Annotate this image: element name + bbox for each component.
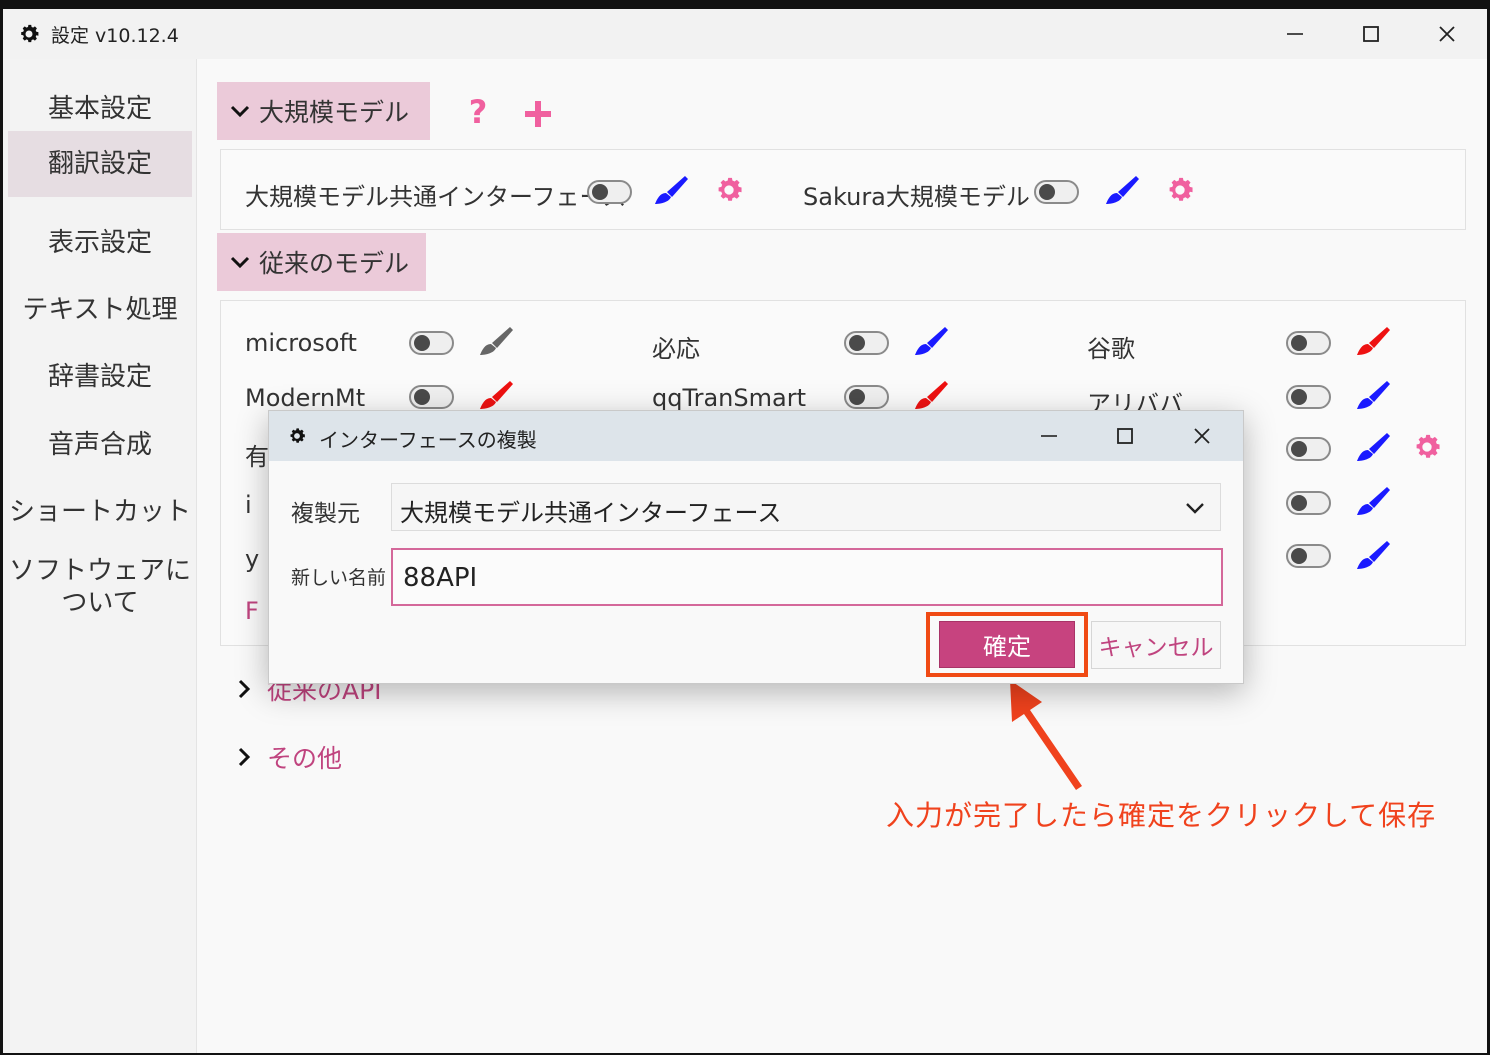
brush-icon[interactable] xyxy=(1353,321,1393,361)
chevron-down-icon xyxy=(1186,503,1204,514)
confirm-button[interactable]: 確定 xyxy=(939,621,1075,668)
sidebar-item-label: 基本設定 xyxy=(47,94,152,124)
group-header-legacy[interactable]: 従来のモデル xyxy=(217,233,426,291)
maximize-icon xyxy=(1117,428,1133,444)
title-bar: 設定 v10.12.4 xyxy=(3,9,1487,59)
partial-label: F xyxy=(245,597,259,625)
annotation-text: 入力が完了したら確定をクリックして保存 xyxy=(886,799,1437,832)
add-icon[interactable] xyxy=(523,99,553,129)
chevron-down-icon xyxy=(230,256,250,269)
sidebar: 基本設定 翻訳設定 表示設定 テキスト処理 辞書設定 音声合成 ショートカット … xyxy=(3,59,197,1053)
legacy-toggle[interactable] xyxy=(1286,491,1331,515)
modernmt-toggle[interactable] xyxy=(409,385,454,409)
maximize-button[interactable] xyxy=(1333,9,1409,59)
partial-label: i xyxy=(245,491,252,519)
partial-label: y xyxy=(245,545,260,573)
alibaba-toggle[interactable] xyxy=(1286,385,1331,409)
brush-icon[interactable] xyxy=(476,321,516,361)
sidebar-item-label: 翻訳設定 xyxy=(47,149,152,179)
source-label: 複製元 xyxy=(291,501,360,527)
sakura-toggle[interactable] xyxy=(1034,180,1079,204)
cancel-button[interactable]: キャンセル xyxy=(1091,621,1221,669)
brush-icon[interactable] xyxy=(1102,170,1142,210)
brush-icon[interactable] xyxy=(476,375,516,415)
minimize-icon xyxy=(1287,33,1303,35)
sidebar-item-label: ソフトウェアに xyxy=(8,556,191,586)
duplicate-interface-dialog: インターフェースの複製 複製元 大規模モデル共通インターフェース 新しい名前 8… xyxy=(268,410,1244,684)
group-header-llm[interactable]: 大規模モデル xyxy=(217,82,430,140)
source-select-value: 大規模モデル共通インターフェース xyxy=(400,499,782,527)
sidebar-item-about[interactable]: ソフトウェアに ついて xyxy=(8,555,192,627)
sidebar-item-label: ついて xyxy=(61,588,139,618)
legacy-item-label: qqTranSmart xyxy=(652,384,806,412)
close-icon xyxy=(1194,428,1210,444)
llm-item-label: 大規模モデル共通インターフェース xyxy=(245,183,627,211)
sidebar-item-shortcuts[interactable]: ショートカット xyxy=(8,486,192,538)
legacy-item-label: ModernMt xyxy=(245,384,366,412)
close-button[interactable] xyxy=(1409,9,1485,59)
sidebar-item-text-processing[interactable]: テキスト処理 xyxy=(8,284,192,336)
help-icon[interactable]: ? xyxy=(463,93,493,129)
brush-icon[interactable] xyxy=(1353,375,1393,415)
window-title: 設定 v10.12.4 xyxy=(51,25,179,47)
annotation-arrow-icon xyxy=(1010,680,1082,790)
minimize-icon xyxy=(1041,435,1057,437)
legacy-item-label: 必応 xyxy=(652,335,700,363)
dialog-maximize-button[interactable] xyxy=(1087,411,1163,461)
new-name-input[interactable]: 88API xyxy=(391,548,1223,606)
microsoft-toggle[interactable] xyxy=(409,331,454,355)
legacy-item-label: microsoft xyxy=(245,329,357,357)
sidebar-item-label: 辞書設定 xyxy=(47,362,152,392)
sidebar-item-dictionary[interactable]: 辞書設定 xyxy=(8,351,192,403)
llm-item-label: Sakura大規模モデル xyxy=(803,183,1030,211)
brush-icon[interactable] xyxy=(1353,535,1393,575)
group-title: 従来のモデル xyxy=(259,249,410,278)
group-title: その他 xyxy=(267,744,343,773)
dialog-close-button[interactable] xyxy=(1164,411,1240,461)
brush-icon[interactable] xyxy=(911,375,951,415)
close-icon xyxy=(1439,26,1455,42)
brush-icon[interactable] xyxy=(651,170,691,210)
chevron-down-icon xyxy=(230,105,250,118)
sidebar-item-label: テキスト処理 xyxy=(22,295,178,325)
source-select[interactable]: 大規模モデル共通インターフェース xyxy=(391,483,1221,531)
gear-icon[interactable] xyxy=(1164,174,1196,206)
dialog-title-bar: インターフェースの複製 xyxy=(269,411,1243,461)
sidebar-item-label: ショートカット xyxy=(8,497,191,527)
brush-icon[interactable] xyxy=(1353,481,1393,521)
sidebar-item-translation[interactable]: 翻訳設定 xyxy=(8,131,192,197)
llm-common-toggle[interactable] xyxy=(587,180,632,204)
chevron-right-icon xyxy=(238,679,251,699)
sidebar-item-tts[interactable]: 音声合成 xyxy=(8,419,192,471)
partial-label: 有 xyxy=(245,443,269,471)
legacy-toggle[interactable] xyxy=(1286,437,1331,461)
sidebar-item-label: 表示設定 xyxy=(47,228,152,258)
brush-icon[interactable] xyxy=(1353,427,1393,467)
bing-toggle[interactable] xyxy=(844,331,889,355)
gear-icon xyxy=(21,24,39,43)
group-header-other[interactable]: その他 xyxy=(233,739,342,775)
group-title: 大規模モデル xyxy=(259,98,410,127)
dialog-title: インターフェースの複製 xyxy=(319,428,537,452)
llm-group-box: 大規模モデル共通インターフェース Sakura大規模モデル xyxy=(220,149,1466,230)
gear-icon[interactable] xyxy=(713,174,745,206)
chevron-right-icon xyxy=(238,747,251,767)
brush-icon[interactable] xyxy=(911,321,951,361)
qqtransmart-toggle[interactable] xyxy=(844,385,889,409)
minimize-button[interactable] xyxy=(1257,9,1333,59)
svg-text:?: ? xyxy=(469,93,488,129)
confirm-highlight-box: 確定 xyxy=(926,612,1088,677)
sidebar-item-label: 音声合成 xyxy=(47,430,152,460)
new-name-label: 新しい名前 xyxy=(291,567,387,589)
sidebar-item-basic[interactable]: 基本設定 xyxy=(8,83,192,135)
dialog-minimize-button[interactable] xyxy=(1011,411,1087,461)
sidebar-item-display[interactable]: 表示設定 xyxy=(8,217,192,269)
legacy-item-label: 谷歌 xyxy=(1087,335,1135,363)
google-toggle[interactable] xyxy=(1286,331,1331,355)
gear-icon xyxy=(290,428,305,443)
maximize-icon xyxy=(1363,26,1379,42)
gear-icon[interactable] xyxy=(1411,431,1443,463)
legacy-toggle[interactable] xyxy=(1286,544,1331,568)
